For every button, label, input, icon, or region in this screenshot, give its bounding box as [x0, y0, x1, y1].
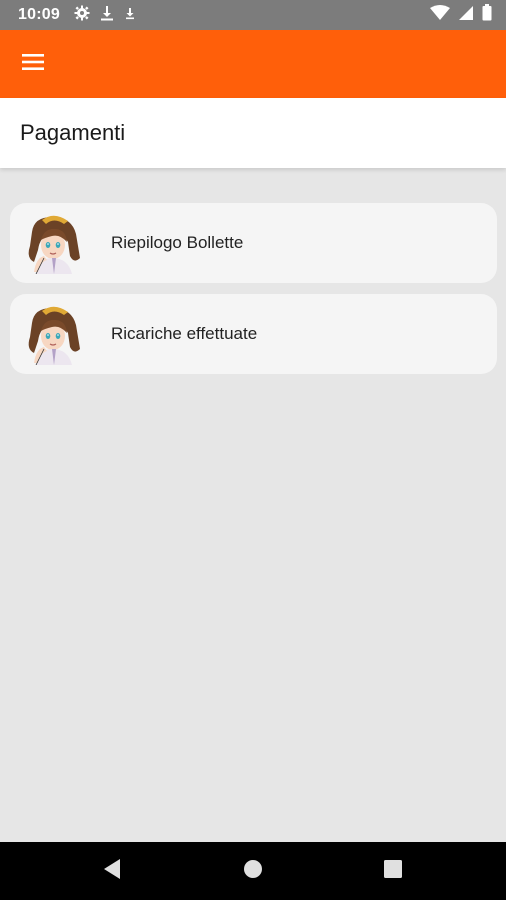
menu-button[interactable]	[11, 42, 55, 86]
payments-list: Riepilogo Bollette Ricariche effettuate	[10, 203, 497, 385]
character-avatar	[22, 212, 84, 275]
screen: 10:09 Pagamenti Riepilogo Bollette Ricar…	[0, 0, 506, 900]
status-bar: 10:09	[0, 0, 506, 30]
title-bar: Pagamenti	[0, 98, 506, 168]
list-item-label: Ricariche effettuate	[111, 324, 258, 343]
recents-button[interactable]	[378, 856, 408, 886]
status-left-icons	[74, 5, 136, 26]
list-item-riepilogo-bollette[interactable]: Riepilogo Bollette	[10, 203, 497, 283]
character-avatar	[22, 303, 84, 366]
settings-icon	[74, 5, 90, 26]
download-small-icon	[124, 6, 136, 25]
back-icon	[102, 858, 122, 885]
battery-icon	[482, 4, 492, 26]
home-icon	[242, 858, 264, 885]
hamburger-menu-icon	[21, 52, 45, 77]
status-right-icons	[430, 4, 492, 26]
back-button[interactable]	[97, 856, 127, 886]
home-button[interactable]	[238, 856, 268, 886]
wifi-icon	[430, 4, 450, 26]
app-bar	[0, 30, 506, 98]
page-title: Pagamenti	[20, 120, 126, 145]
download-icon	[100, 5, 114, 26]
list-item-label: Riepilogo Bollette	[111, 233, 244, 252]
status-time: 10:09	[18, 6, 60, 23]
signal-icon	[458, 5, 474, 26]
recents-icon	[383, 859, 403, 884]
list-item-ricariche-effettuate[interactable]: Ricariche effettuate	[10, 294, 497, 374]
navigation-bar	[0, 842, 506, 900]
